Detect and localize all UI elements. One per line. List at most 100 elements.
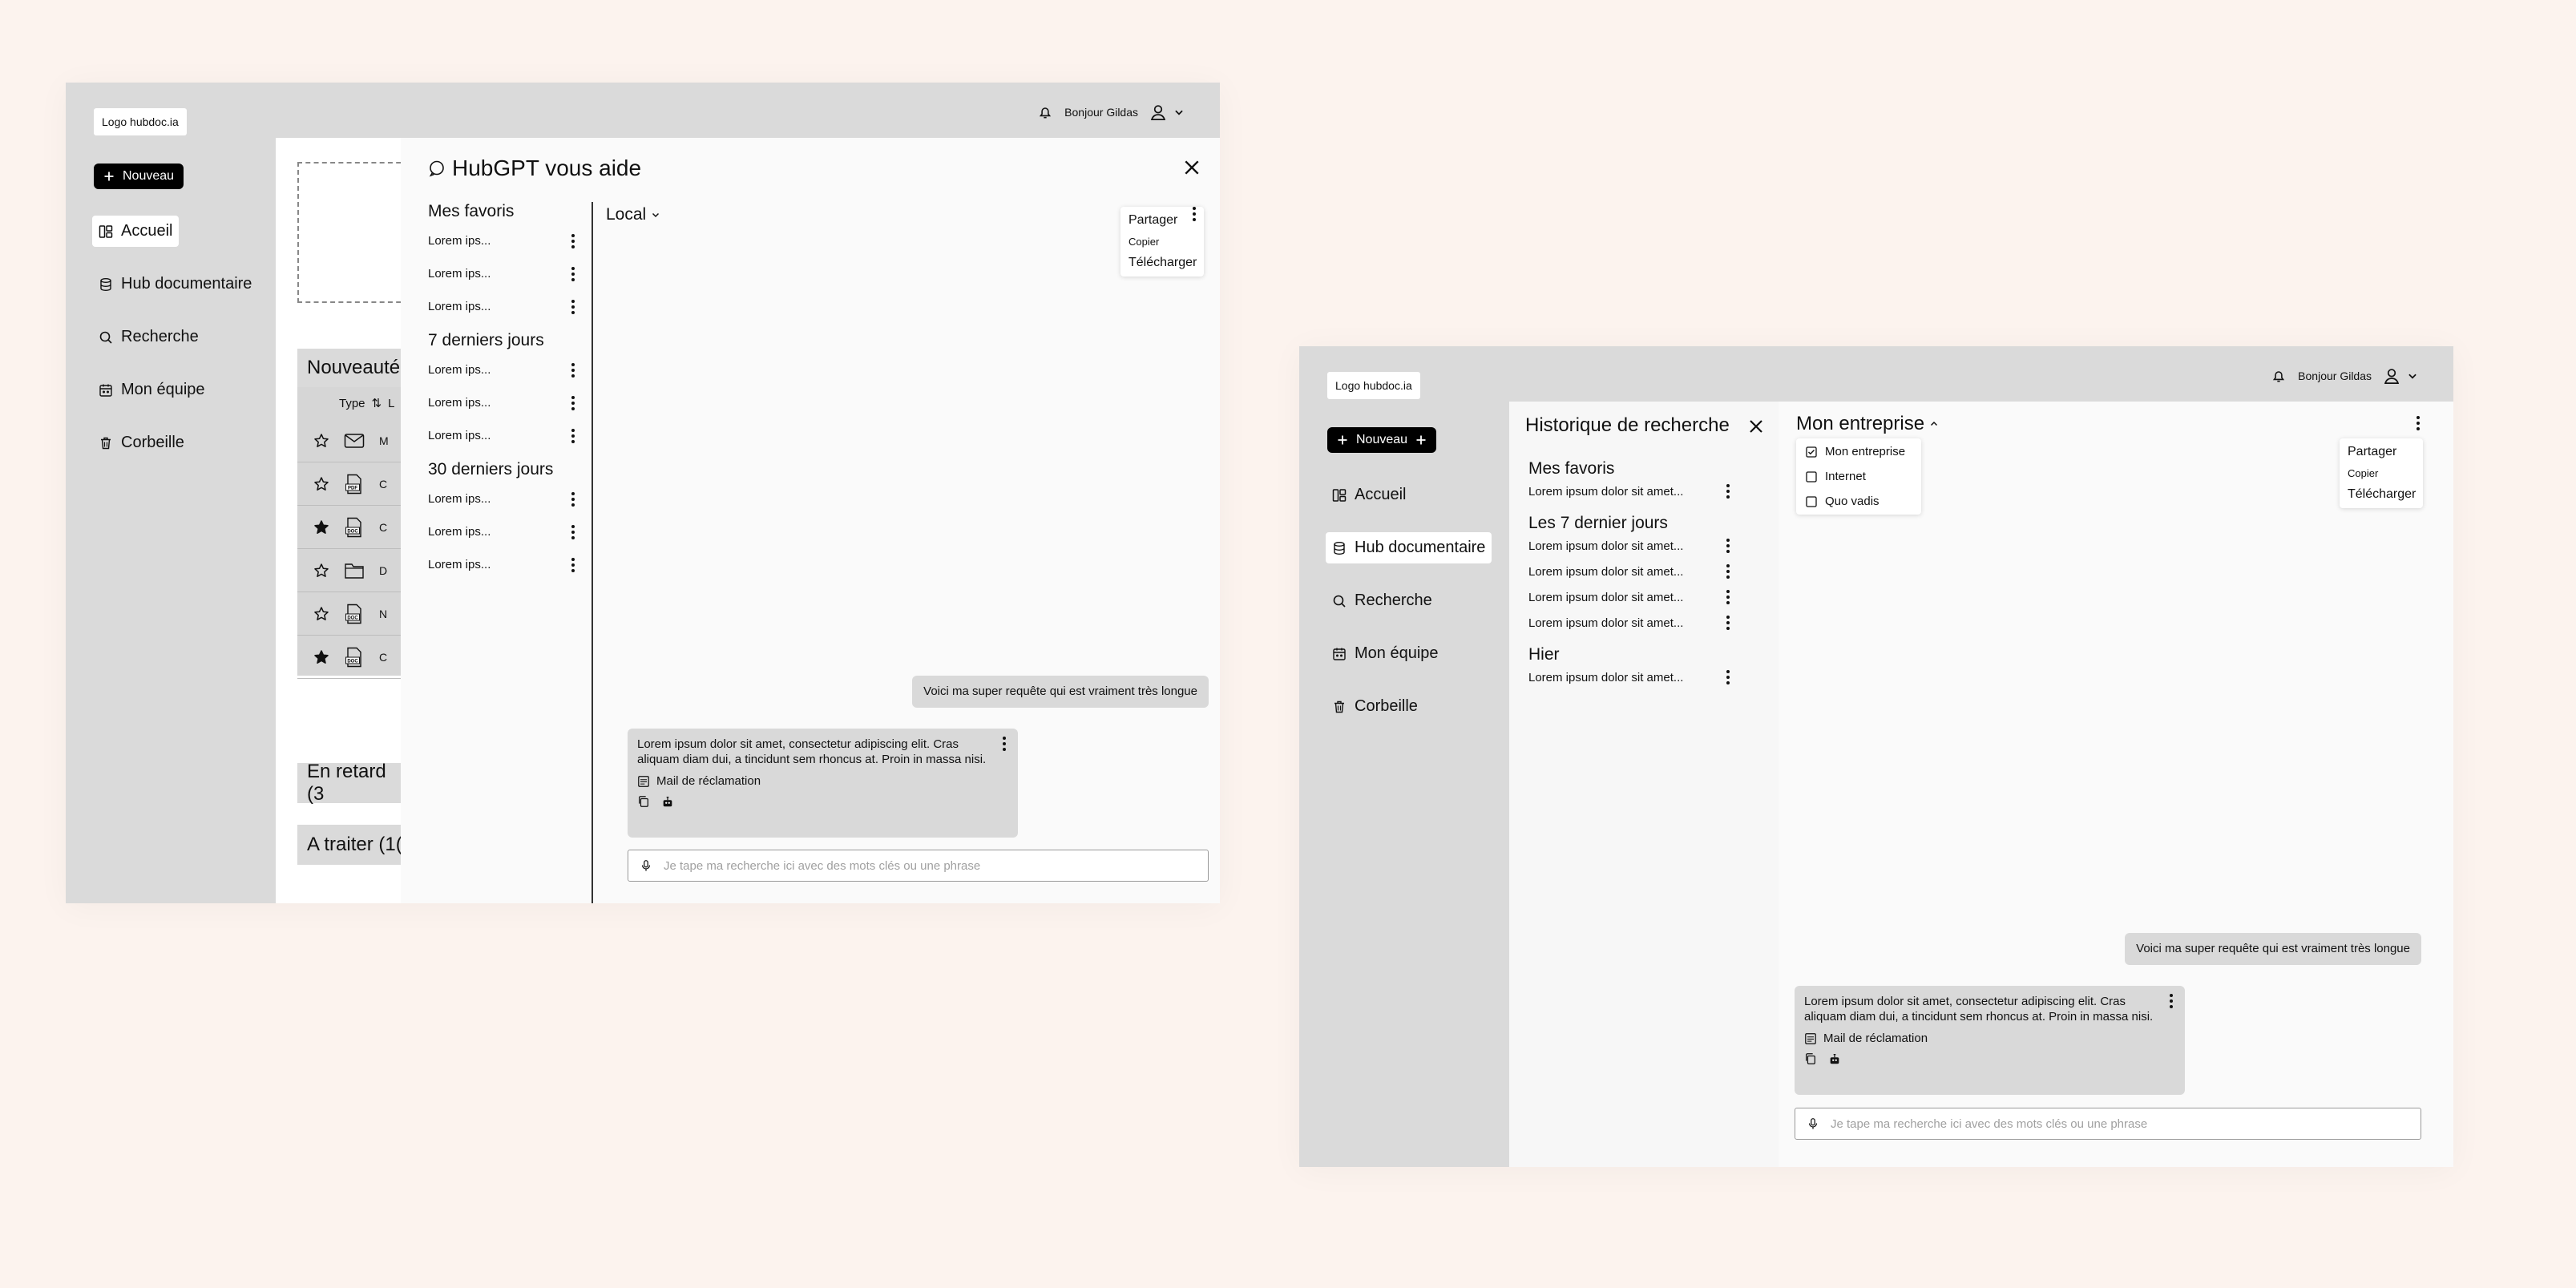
history-item[interactable]: Lorem ips... <box>428 353 577 386</box>
attachment[interactable]: Mail de réclamation <box>637 773 1008 789</box>
close-icon[interactable] <box>1748 418 1764 434</box>
history-item[interactable]: Lorem ips... <box>428 224 577 257</box>
item-kebab-icon[interactable] <box>569 557 577 572</box>
history-item[interactable]: Lorem ips... <box>428 548 577 581</box>
sidebar-item-accueil[interactable]: Accueil <box>92 216 180 247</box>
scope-option[interactable]: Quo vadis <box>1806 495 1912 508</box>
history-item[interactable]: Lorem ipsum dolor sit amet... <box>1528 584 1732 610</box>
scope-option[interactable]: Mon entreprise <box>1806 445 1912 458</box>
item-kebab-icon[interactable] <box>569 395 577 410</box>
column-header-type[interactable]: Type <box>339 397 365 410</box>
menu-item-partager[interactable]: Partager <box>1129 213 1196 228</box>
table-row[interactable]: C <box>297 636 418 679</box>
scope-selector[interactable]: Mon entreprise <box>1796 413 1939 435</box>
chevron-down-icon[interactable] <box>2407 370 2418 382</box>
item-kebab-icon[interactable] <box>1724 564 1732 579</box>
star-icon[interactable] <box>313 606 329 622</box>
new-button[interactable]: Nouveau <box>1327 427 1437 453</box>
user-menu[interactable] <box>2383 367 2418 385</box>
item-kebab-icon[interactable] <box>569 362 577 378</box>
history-item[interactable]: Lorem ipsum dolor sit amet... <box>1528 478 1732 504</box>
sidebar-item-corbeille[interactable]: Corbeille <box>92 427 191 458</box>
history-item-label: Lorem ips... <box>428 492 491 506</box>
star-icon[interactable] <box>313 563 329 579</box>
history-item-label: Lorem ips... <box>428 429 491 442</box>
sort-icon[interactable]: ⇅ <box>372 396 382 410</box>
scope-selector[interactable]: Local <box>606 205 660 224</box>
star-filled-icon[interactable] <box>313 519 329 535</box>
chevron-down-icon <box>651 210 660 220</box>
item-kebab-icon[interactable] <box>1724 616 1732 630</box>
scope-option[interactable]: Internet <box>1806 470 1912 483</box>
menu-item-copier[interactable]: Copier <box>2348 467 2415 479</box>
sidebar-item-corbeille[interactable]: Corbeille <box>1326 691 1424 722</box>
user-menu[interactable] <box>1149 103 1185 121</box>
item-kebab-icon[interactable] <box>569 524 577 539</box>
item-kebab-icon[interactable] <box>1724 670 1732 684</box>
search-input[interactable] <box>1831 1116 2409 1131</box>
history-item[interactable]: Lorem ipsum dolor sit amet... <box>1528 610 1732 636</box>
item-kebab-icon[interactable] <box>569 233 577 248</box>
table-row[interactable]: D <box>297 549 418 592</box>
message-kebab-icon[interactable] <box>2167 994 2175 1008</box>
attachment[interactable]: Mail de réclamation <box>1804 1031 2175 1046</box>
column-header-next[interactable]: L <box>388 397 394 410</box>
user-icon[interactable] <box>2383 367 2400 385</box>
bot-icon[interactable] <box>1828 1052 1841 1065</box>
table-row[interactable]: N <box>297 592 418 636</box>
conversation-kebab-icon[interactable] <box>1190 207 1198 221</box>
sidebar-item-mon-equipe[interactable]: Mon équipe <box>1326 638 1445 669</box>
new-button[interactable]: Nouveau <box>94 164 184 189</box>
app-logo[interactable]: Logo hubdoc.ia <box>1327 372 1420 399</box>
mic-icon[interactable] <box>1807 1117 1819 1130</box>
history-item[interactable]: Lorem ips... <box>428 386 577 419</box>
user-icon[interactable] <box>1149 103 1167 121</box>
sidebar-item-hub-documentaire[interactable]: Hub documentaire <box>92 269 258 300</box>
app-logo[interactable]: Logo hubdoc.ia <box>94 108 187 135</box>
table-row[interactable]: C <box>297 462 418 506</box>
item-kebab-icon[interactable] <box>569 299 577 314</box>
item-kebab-icon[interactable] <box>1724 590 1732 604</box>
item-kebab-icon[interactable] <box>1724 484 1732 499</box>
checkbox-icon[interactable] <box>1806 471 1817 482</box>
table-row[interactable]: M <box>297 419 418 462</box>
search-input[interactable] <box>664 858 1197 873</box>
message-kebab-icon[interactable] <box>1000 737 1008 751</box>
copy-icon[interactable] <box>1804 1052 1817 1065</box>
bell-icon[interactable] <box>2271 368 2287 384</box>
item-kebab-icon[interactable] <box>569 266 577 281</box>
table-row[interactable]: C <box>297 506 418 549</box>
close-icon[interactable] <box>1183 159 1201 176</box>
sidebar-item-recherche[interactable]: Recherche <box>92 321 205 353</box>
item-kebab-icon[interactable] <box>569 428 577 443</box>
conversation-kebab-icon[interactable] <box>2414 416 2422 430</box>
mic-icon[interactable] <box>640 859 652 872</box>
menu-item-telecharger[interactable]: Télécharger <box>1129 256 1197 270</box>
sidebar-item-hub-documentaire[interactable]: Hub documentaire <box>1326 532 1492 563</box>
star-icon[interactable] <box>313 476 329 492</box>
chevron-down-icon[interactable] <box>1173 107 1185 118</box>
history-item[interactable]: Lorem ipsum dolor sit amet... <box>1528 559 1732 584</box>
bot-icon[interactable] <box>661 795 674 808</box>
sidebar-item-accueil[interactable]: Accueil <box>1326 479 1412 511</box>
bell-icon[interactable] <box>1037 104 1053 120</box>
menu-item-copier[interactable]: Copier <box>1129 236 1196 248</box>
history-item[interactable]: Lorem ips... <box>428 290 577 323</box>
copy-icon[interactable] <box>637 795 650 808</box>
menu-item-partager[interactable]: Partager <box>2348 445 2415 459</box>
checkbox-icon[interactable] <box>1806 496 1817 507</box>
menu-item-telecharger[interactable]: Télécharger <box>2348 487 2416 502</box>
history-item[interactable]: Lorem ips... <box>428 482 577 515</box>
item-kebab-icon[interactable] <box>569 491 577 507</box>
star-icon[interactable] <box>313 433 329 449</box>
history-item[interactable]: Lorem ips... <box>428 419 577 452</box>
sidebar-item-recherche[interactable]: Recherche <box>1326 585 1439 616</box>
checkbox-checked-icon[interactable] <box>1806 446 1817 458</box>
star-filled-icon[interactable] <box>313 649 329 665</box>
history-item[interactable]: Lorem ips... <box>428 257 577 290</box>
sidebar-item-mon-equipe[interactable]: Mon équipe <box>92 374 212 406</box>
history-item[interactable]: Lorem ipsum dolor sit amet... <box>1528 664 1732 690</box>
history-item[interactable]: Lorem ipsum dolor sit amet... <box>1528 533 1732 559</box>
history-item[interactable]: Lorem ips... <box>428 515 577 548</box>
item-kebab-icon[interactable] <box>1724 539 1732 553</box>
